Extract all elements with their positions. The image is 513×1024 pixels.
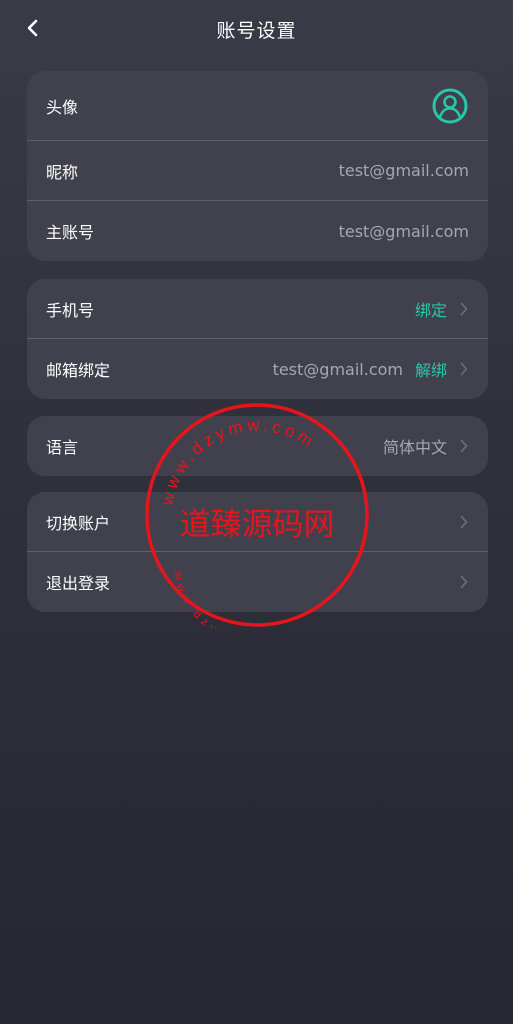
email-row[interactable]: 邮箱绑定 test@gmail.com 解绑	[27, 339, 488, 399]
language-group: 语言 简体中文	[27, 416, 488, 476]
phone-row[interactable]: 手机号 绑定	[27, 279, 488, 339]
logout-label: 退出登录	[46, 574, 111, 593]
language-row[interactable]: 语言 简体中文	[27, 416, 488, 476]
email-value: test@gmail.com	[272, 359, 403, 379]
email-label: 邮箱绑定	[46, 361, 111, 380]
main-account-value: test@gmail.com	[338, 221, 469, 241]
account-actions-group: 切换账户 退出登录	[27, 492, 488, 612]
nickname-value: test@gmail.com	[338, 161, 469, 180]
chevron-right-icon	[459, 514, 469, 530]
avatar-label: 头像	[46, 97, 79, 117]
nickname-label: 昵称	[46, 162, 79, 182]
chevron-right-icon	[459, 361, 469, 377]
main-account-row: 主账号 test@gmail.com	[27, 201, 488, 261]
binding-group: 手机号 绑定 邮箱绑定 test@gmail.com 解绑	[27, 279, 488, 399]
chevron-right-icon	[459, 438, 469, 454]
switch-account-row[interactable]: 切换账户	[27, 492, 488, 552]
switch-account-label: 切换账户	[46, 513, 111, 533]
page-title: 账号设置	[216, 20, 297, 42]
phone-label: 手机号	[46, 300, 95, 320]
nickname-row[interactable]: 昵称 test@gmail.com	[27, 141, 488, 201]
bind-phone-link[interactable]: 绑定	[415, 297, 447, 321]
top-bar: 账号设置	[0, 0, 513, 56]
profile-group: 头像 昵称 test@gmail.com 主账号 test@gmail.com	[27, 71, 488, 261]
language-value: 简体中文	[382, 438, 447, 457]
unbind-email-link[interactable]: 解绑	[415, 357, 447, 381]
main-account-label: 主账号	[46, 223, 95, 242]
avatar-row[interactable]: 头像	[27, 71, 488, 141]
chevron-right-icon	[459, 301, 469, 317]
logout-row[interactable]: 退出登录	[27, 552, 488, 612]
language-label: 语言	[46, 438, 79, 457]
chevron-right-icon	[459, 574, 469, 590]
user-circle-icon[interactable]	[431, 87, 469, 125]
